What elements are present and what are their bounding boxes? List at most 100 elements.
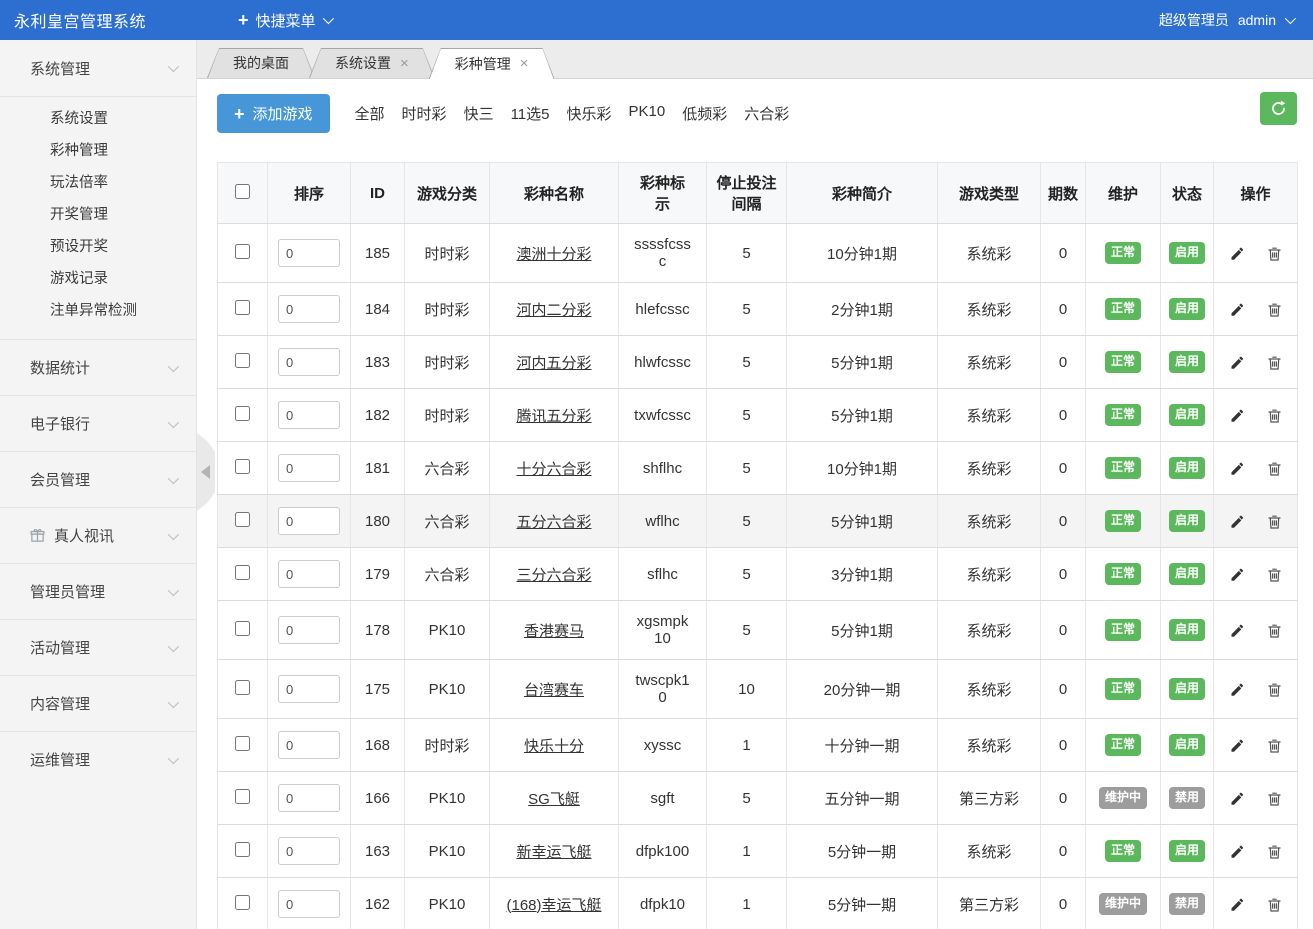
edit-icon[interactable] [1229,246,1245,262]
filter-pk10[interactable]: PK10 [629,103,666,124]
edit-icon[interactable] [1229,567,1245,583]
edit-icon[interactable] [1229,623,1245,639]
lottery-name-link[interactable]: 河内五分彩 [516,355,591,372]
edit-icon[interactable] [1229,844,1245,860]
row-checkbox[interactable] [235,512,250,527]
sidebar-item-draw-management[interactable]: 开奖管理 [0,199,196,231]
lottery-name-link[interactable]: 澳洲十分彩 [516,246,591,263]
sort-input[interactable] [278,731,340,759]
close-icon[interactable]: × [520,56,529,71]
row-checkbox[interactable] [235,621,250,636]
edit-icon[interactable] [1229,738,1245,754]
lottery-name-link[interactable]: (168)幸运飞艇 [506,897,601,914]
sort-input[interactable] [278,616,340,644]
delete-icon[interactable] [1267,355,1282,371]
edit-icon[interactable] [1229,682,1245,698]
tab-lottery-management[interactable]: 彩种管理× [429,48,555,79]
edit-icon[interactable] [1229,791,1245,807]
row-checkbox[interactable] [235,789,250,804]
sidebar-group-system[interactable]: 系统管理 [0,40,196,96]
sidebar-item-lottery-management[interactable]: 彩种管理 [0,135,196,167]
row-checkbox[interactable] [235,300,250,315]
edit-icon[interactable] [1229,302,1245,318]
delete-icon[interactable] [1267,897,1282,913]
sidebar-group-statistics[interactable]: 数据统计 [0,339,196,395]
filter-ssc[interactable]: 时时彩 [402,103,447,124]
delete-icon[interactable] [1267,246,1282,262]
lottery-name-link[interactable]: 香港赛马 [524,623,584,640]
sort-input[interactable] [278,890,340,918]
select-all-checkbox[interactable] [235,184,250,199]
filter-klc[interactable]: 快乐彩 [567,103,612,124]
delete-icon[interactable] [1267,302,1282,318]
user-menu[interactable]: 超级管理员 admin [1159,10,1293,30]
delete-icon[interactable] [1267,461,1282,477]
edit-icon[interactable] [1229,355,1245,371]
quick-menu-button[interactable]: + 快捷菜单 [238,10,331,31]
sort-input[interactable] [278,454,340,482]
sort-input[interactable] [278,401,340,429]
tab-system-settings[interactable]: 系统设置× [309,48,435,78]
sidebar-item-system-settings[interactable]: 系统设置 [0,103,196,135]
row-checkbox[interactable] [235,895,250,910]
sort-input[interactable] [278,239,340,267]
sidebar-item-preset-draw[interactable]: 预设开奖 [0,231,196,263]
delete-icon[interactable] [1267,738,1282,754]
close-icon[interactable]: × [400,56,409,71]
lottery-name-link[interactable]: 台湾赛车 [524,682,584,699]
chevron-down-icon [168,472,179,483]
lottery-name-link[interactable]: 快乐十分 [524,738,584,755]
delete-icon[interactable] [1267,682,1282,698]
row-checkbox[interactable] [235,680,250,695]
delete-icon[interactable] [1267,514,1282,530]
sidebar-group-content[interactable]: 内容管理 [0,675,196,731]
sort-input[interactable] [278,348,340,376]
delete-icon[interactable] [1267,567,1282,583]
delete-icon[interactable] [1267,408,1282,424]
filter-11x5[interactable]: 11选5 [511,103,550,124]
sort-input[interactable] [278,560,340,588]
row-checkbox[interactable] [235,459,250,474]
row-checkbox[interactable] [235,736,250,751]
edit-icon[interactable] [1229,408,1245,424]
sidebar-item-game-records[interactable]: 游戏记录 [0,263,196,295]
row-checkbox[interactable] [235,565,250,580]
row-checkbox[interactable] [235,406,250,421]
sidebar-group-activities[interactable]: 活动管理 [0,619,196,675]
filter-low-freq[interactable]: 低频彩 [682,103,727,124]
lottery-name-link[interactable]: 三分六合彩 [516,567,591,584]
sort-input[interactable] [278,295,340,323]
row-checkbox[interactable] [235,353,250,368]
delete-icon[interactable] [1267,623,1282,639]
sidebar-group-members[interactable]: 会员管理 [0,451,196,507]
sidebar-group-ops[interactable]: 运维管理 [0,731,196,787]
lottery-name-link[interactable]: 五分六合彩 [516,514,591,531]
refresh-button[interactable] [1260,92,1297,125]
sort-input[interactable] [278,507,340,535]
sidebar-group-ebank[interactable]: 电子银行 [0,395,196,451]
add-game-button[interactable]: + 添加游戏 [217,94,330,133]
sort-input[interactable] [278,837,340,865]
delete-icon[interactable] [1267,791,1282,807]
filter-lhc[interactable]: 六合彩 [744,103,789,124]
delete-icon[interactable] [1267,844,1282,860]
row-checkbox[interactable] [235,842,250,857]
row-checkbox[interactable] [235,244,250,259]
tab-my-desktop[interactable]: 我的桌面 [207,48,315,78]
edit-icon[interactable] [1229,897,1245,913]
sidebar-item-play-rates[interactable]: 玩法倍率 [0,167,196,199]
lottery-name-link[interactable]: SG飞艇 [528,791,580,808]
sort-input[interactable] [278,784,340,812]
sidebar-group-admins[interactable]: 管理员管理 [0,563,196,619]
lottery-name-link[interactable]: 新幸运飞艇 [516,844,591,861]
sidebar-item-abnormal-bet-detection[interactable]: 注单异常检测 [0,295,196,327]
lottery-name-link[interactable]: 河内二分彩 [516,302,591,319]
edit-icon[interactable] [1229,514,1245,530]
sidebar-group-live-video[interactable]: 真人视讯 [0,507,196,563]
lottery-name-link[interactable]: 十分六合彩 [516,461,591,478]
sort-input[interactable] [278,675,340,703]
edit-icon[interactable] [1229,461,1245,477]
filter-k3[interactable]: 快三 [464,103,494,124]
filter-all[interactable]: 全部 [355,103,385,124]
lottery-name-link[interactable]: 腾讯五分彩 [516,408,591,425]
